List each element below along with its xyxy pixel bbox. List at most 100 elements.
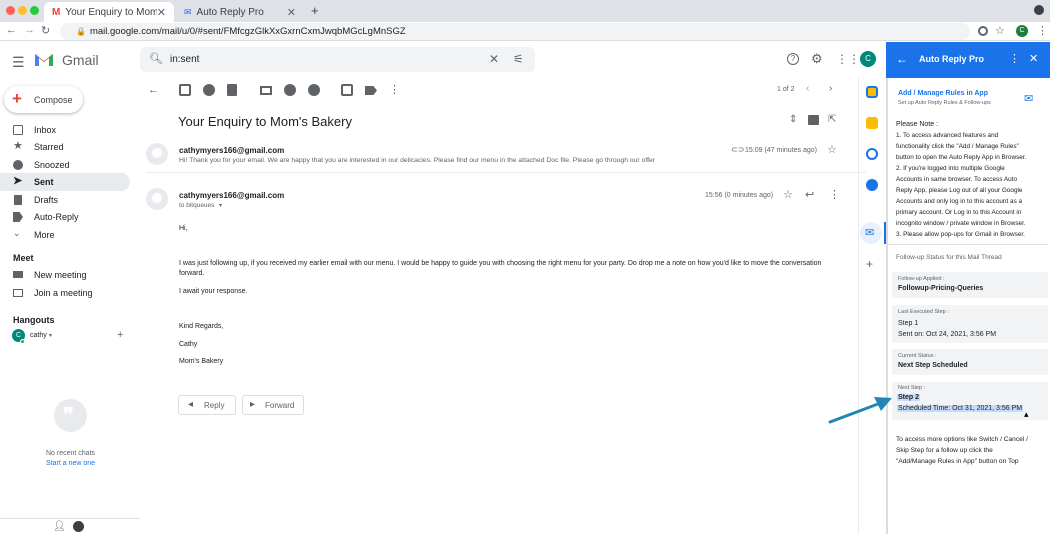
pagination-text: 1 of 2 xyxy=(777,86,795,93)
next-step-value: Step 2 xyxy=(897,394,921,401)
star-message-icon[interactable]: ☆ xyxy=(827,143,837,156)
start-new-chat-link[interactable]: Start a new one xyxy=(46,460,95,467)
note-line: Reply App, please Log out of all your Go… xyxy=(896,187,1023,194)
meet-new-meeting[interactable]: New meeting xyxy=(0,266,130,284)
add-chat-icon[interactable]: + xyxy=(117,329,123,341)
labels-icon[interactable] xyxy=(365,86,377,95)
move-to-icon[interactable] xyxy=(341,84,353,96)
note-line: Accounts and only log in to this account… xyxy=(896,198,1023,205)
report-spam-icon[interactable] xyxy=(203,84,215,96)
search-input[interactable]: in:sent xyxy=(170,54,199,65)
print-icon[interactable] xyxy=(808,115,819,125)
clear-search-icon[interactable]: ✕ xyxy=(489,52,499,66)
new-tab-icon[interactable]: + xyxy=(311,3,319,18)
forward-arrow-icon[interactable]: → xyxy=(24,24,35,36)
nav-item-starred[interactable]: ★ Starred xyxy=(0,138,130,156)
delete-icon[interactable] xyxy=(227,84,237,96)
star-icon: ★ xyxy=(13,140,23,152)
expand-all-icon[interactable]: ⇕ xyxy=(789,114,797,125)
panel-back-icon[interactable]: ← xyxy=(896,52,908,66)
browser-tab-bar: M Your Enquiry to Mom's Bakery ✕ ✉ Auto … xyxy=(0,0,1050,22)
chrome-menu-icon[interactable]: ⋮ xyxy=(1037,24,1048,37)
message-paragraph: I was just following up, if you received… xyxy=(179,260,822,277)
reply-label: Reply xyxy=(204,401,225,410)
main-menu-icon[interactable]: ☰ xyxy=(12,54,25,71)
panel-close-icon[interactable]: ✕ xyxy=(1029,52,1038,65)
help-icon[interactable]: ? xyxy=(787,53,799,65)
extension-icon[interactable] xyxy=(978,26,988,36)
close-tab-icon[interactable]: ✕ xyxy=(287,6,296,19)
nav-item-auto-reply[interactable]: Auto-Reply xyxy=(0,208,130,226)
user-dropdown-icon[interactable]: ▾ xyxy=(49,332,52,339)
recipients-dropdown-icon[interactable]: ▾ xyxy=(219,202,222,209)
message-more-icon[interactable]: ⋮ xyxy=(829,188,840,201)
message-snippet[interactable]: Hi! Thank you for your email. We are hap… xyxy=(179,157,655,164)
panel-more-icon[interactable]: ⋮ xyxy=(1009,52,1020,65)
reply-button[interactable]: ◂ Reply xyxy=(178,395,236,415)
search-icon[interactable]: 🔍︎ xyxy=(149,52,163,65)
calendar-icon[interactable] xyxy=(866,86,878,98)
search-options-icon[interactable]: ⚟ xyxy=(513,52,524,66)
annotation-arrow-icon xyxy=(826,394,896,426)
chat-bubble-icon[interactable] xyxy=(73,521,84,532)
message-divider xyxy=(146,172,866,173)
message-sender[interactable]: cathymyers166@gmail.com xyxy=(179,146,284,155)
older-chevron-icon[interactable]: › xyxy=(829,83,832,94)
profile-avatar[interactable]: C xyxy=(1016,25,1028,37)
manage-rules-link[interactable]: Add / Manage Rules in App xyxy=(898,90,988,97)
close-window-dot[interactable] xyxy=(6,6,15,15)
add-task-icon[interactable] xyxy=(308,84,320,96)
note-line: incognito window / private window in Bro… xyxy=(896,220,1026,227)
auto-reply-addon-button[interactable]: ✉ xyxy=(860,222,882,244)
account-avatar[interactable]: C xyxy=(860,51,876,67)
chevron-down-icon: ⌄ xyxy=(13,228,21,238)
browser-menu-icon[interactable] xyxy=(1034,5,1044,15)
person-icon[interactable]: 👤︎ xyxy=(53,521,66,532)
compose-plus-icon: + xyxy=(12,89,22,108)
nav-item-drafts[interactable]: Drafts xyxy=(0,191,130,209)
message-greeting: Hi, xyxy=(179,225,188,232)
bookmark-star-icon[interactable]: ☆ xyxy=(995,24,1005,37)
message-recipients[interactable]: to bitqueues xyxy=(179,202,214,209)
meet-join-meeting[interactable]: Join a meeting xyxy=(0,284,130,302)
settings-gear-icon[interactable]: ⚙ xyxy=(811,51,823,67)
mark-unread-icon[interactable] xyxy=(260,86,272,95)
nav-item-sent[interactable]: ➤ Sent xyxy=(0,173,130,191)
gmail-favicon-icon: M xyxy=(52,6,61,18)
open-new-window-icon[interactable]: ⇱ xyxy=(828,114,836,125)
message-sender[interactable]: cathymyers166@gmail.com xyxy=(179,191,284,200)
status-heading: Follow-up Status for this Mail Thread xyxy=(896,254,1002,261)
forward-button[interactable]: ▸ Forward xyxy=(242,395,304,415)
more-options-icon[interactable]: ⋮ xyxy=(389,83,400,96)
star-message-icon[interactable]: ☆ xyxy=(783,188,793,201)
open-app-icon[interactable]: ✉ xyxy=(1024,92,1033,105)
contacts-icon[interactable] xyxy=(866,179,878,191)
mouse-cursor-icon: ▴ xyxy=(1024,409,1029,419)
newer-chevron-icon[interactable]: ‹ xyxy=(806,83,809,94)
minimize-window-dot[interactable] xyxy=(18,6,27,15)
maximize-window-dot[interactable] xyxy=(30,6,39,15)
get-addons-icon[interactable]: + xyxy=(866,257,873,271)
nav-label: Sent xyxy=(34,177,54,187)
next-step-time: Scheduled Time: Oct 31, 2021, 3:56 PM xyxy=(897,405,1024,412)
search-bar[interactable]: 🔍︎ in:sent ✕ ⚟ xyxy=(140,47,535,72)
keep-icon[interactable] xyxy=(866,117,878,129)
back-arrow-icon[interactable]: ← xyxy=(6,24,17,36)
tab-auto-reply-pro[interactable]: ✉ Auto Reply Pro ✕ xyxy=(176,2,304,22)
nav-item-inbox[interactable]: Inbox xyxy=(0,121,130,139)
compose-button[interactable]: + Compose xyxy=(4,86,83,113)
archive-icon[interactable] xyxy=(179,84,191,96)
nav-item-snoozed[interactable]: Snoozed xyxy=(0,156,130,174)
hangouts-user[interactable]: cathy xyxy=(30,332,47,339)
close-tab-icon[interactable]: ✕ xyxy=(157,6,166,19)
tab-gmail[interactable]: M Your Enquiry to Mom's Bakery ✕ xyxy=(44,2,174,22)
apps-grid-icon[interactable]: ⋮⋮ xyxy=(836,52,860,66)
reload-icon[interactable]: ↻ xyxy=(41,24,50,37)
url-field[interactable]: 🔒 mail.google.com/mail/u/0/#sent/FMfcgzG… xyxy=(60,23,970,40)
note-line: functionality click the "Add / Manage Ru… xyxy=(896,143,1019,150)
back-to-list-icon[interactable]: ← xyxy=(148,84,159,96)
tasks-icon[interactable] xyxy=(866,148,878,160)
nav-item-more[interactable]: ⌄ More xyxy=(0,226,130,244)
snooze-icon[interactable] xyxy=(284,84,296,96)
reply-arrow-icon[interactable]: ↩ xyxy=(805,188,814,201)
